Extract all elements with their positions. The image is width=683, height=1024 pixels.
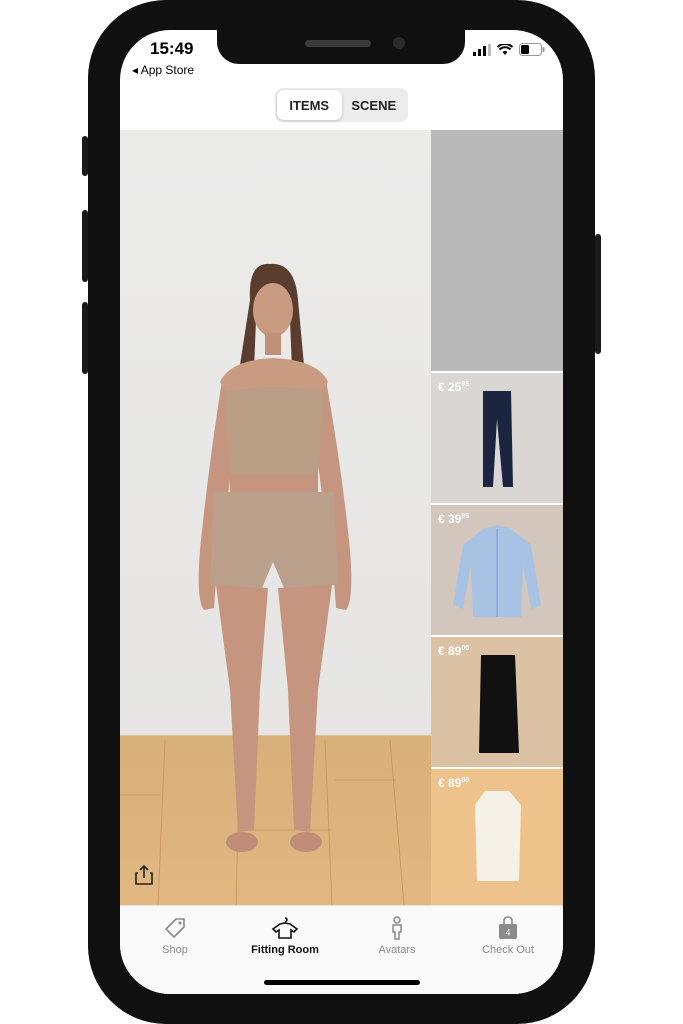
- product-price: € 8900: [438, 644, 470, 658]
- product-price: € 2595: [438, 380, 470, 394]
- tab-label: Fitting Room: [251, 944, 319, 956]
- avatar-viewer[interactable]: [120, 130, 431, 905]
- battery-icon: [519, 43, 545, 56]
- power-button: [595, 234, 601, 354]
- cart-count: 4: [505, 928, 510, 938]
- person-icon: [392, 916, 402, 940]
- share-icon: [135, 864, 153, 885]
- tab-items[interactable]: ITEMS: [277, 90, 342, 120]
- product-price: € 8900: [438, 776, 470, 790]
- volume-down-button: [82, 302, 88, 374]
- screen: 15:49 ◂ App Store ITEMS SCENE € 2595 € 3…: [120, 30, 563, 994]
- shirt-on-hanger-icon: [271, 917, 299, 939]
- notch: [217, 30, 465, 64]
- product-card-shirt[interactable]: € 3995: [431, 503, 563, 635]
- product-sidebar: € 2595 € 3995 € 8900 € 8900: [431, 130, 563, 905]
- shopping-bag-icon: 4: [499, 916, 517, 939]
- home-indicator[interactable]: [264, 980, 420, 985]
- back-to-app-store[interactable]: ◂ App Store: [132, 63, 194, 77]
- avatar-figure: [198, 263, 352, 852]
- items-scene-toggle: ITEMS SCENE: [275, 88, 408, 122]
- status-icons: [473, 43, 545, 56]
- product-card-skirt[interactable]: € 8900: [431, 635, 563, 767]
- product-card-top[interactable]: € 8900: [431, 767, 563, 905]
- wifi-icon: [497, 43, 513, 55]
- tab-shop[interactable]: Shop: [120, 916, 230, 956]
- tab-label: Check Out: [482, 944, 534, 956]
- tab-check-out[interactable]: 4 Check Out: [453, 916, 563, 956]
- product-card-jeans[interactable]: € 2595: [431, 371, 563, 503]
- tab-label: Avatars: [378, 944, 416, 956]
- empty-slot: [431, 130, 563, 371]
- share-button[interactable]: [134, 864, 154, 891]
- speaker: [305, 40, 371, 47]
- camera: [393, 37, 405, 49]
- tab-avatars[interactable]: Avatars: [342, 916, 452, 956]
- tag-icon: [164, 918, 185, 939]
- mute-switch: [82, 136, 88, 176]
- signal-icon: [473, 43, 491, 56]
- tab-scene[interactable]: SCENE: [342, 90, 407, 120]
- status-time: 15:49: [150, 39, 194, 58]
- volume-up-button: [82, 210, 88, 282]
- product-price: € 3995: [438, 512, 470, 526]
- tab-label: Shop: [162, 944, 188, 956]
- tab-fitting-room[interactable]: Fitting Room: [230, 916, 340, 956]
